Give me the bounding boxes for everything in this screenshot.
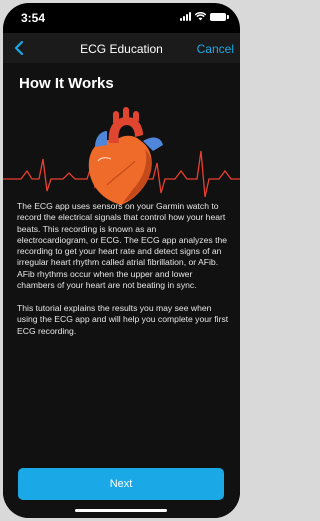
page-title: How It Works — [19, 75, 114, 92]
content-area: How It Works The ECG app uses sensors on… — [3, 63, 240, 458]
status-time: 3:54 — [21, 11, 46, 25]
next-button[interactable]: Next — [18, 468, 224, 500]
phone-screen: 3:54 ECG Education Cancel How It Works T… — [3, 3, 240, 518]
paragraph-tutorial-info: This tutorial explains the results you m… — [17, 303, 229, 336]
battery-icon — [210, 12, 229, 21]
wifi-icon — [195, 12, 206, 21]
navigation-bar: ECG Education Cancel — [3, 33, 240, 63]
footer: Next — [3, 458, 240, 518]
status-bar: 3:54 — [3, 3, 240, 31]
signal-icon — [180, 12, 191, 21]
home-indicator — [75, 509, 167, 512]
paragraph-ecg-description: The ECG app uses sensors on your Garmin … — [17, 201, 228, 291]
vessel-top — [113, 111, 119, 125]
status-icons — [180, 12, 229, 21]
cancel-button[interactable]: Cancel — [197, 42, 234, 56]
vena-cava — [95, 131, 107, 147]
